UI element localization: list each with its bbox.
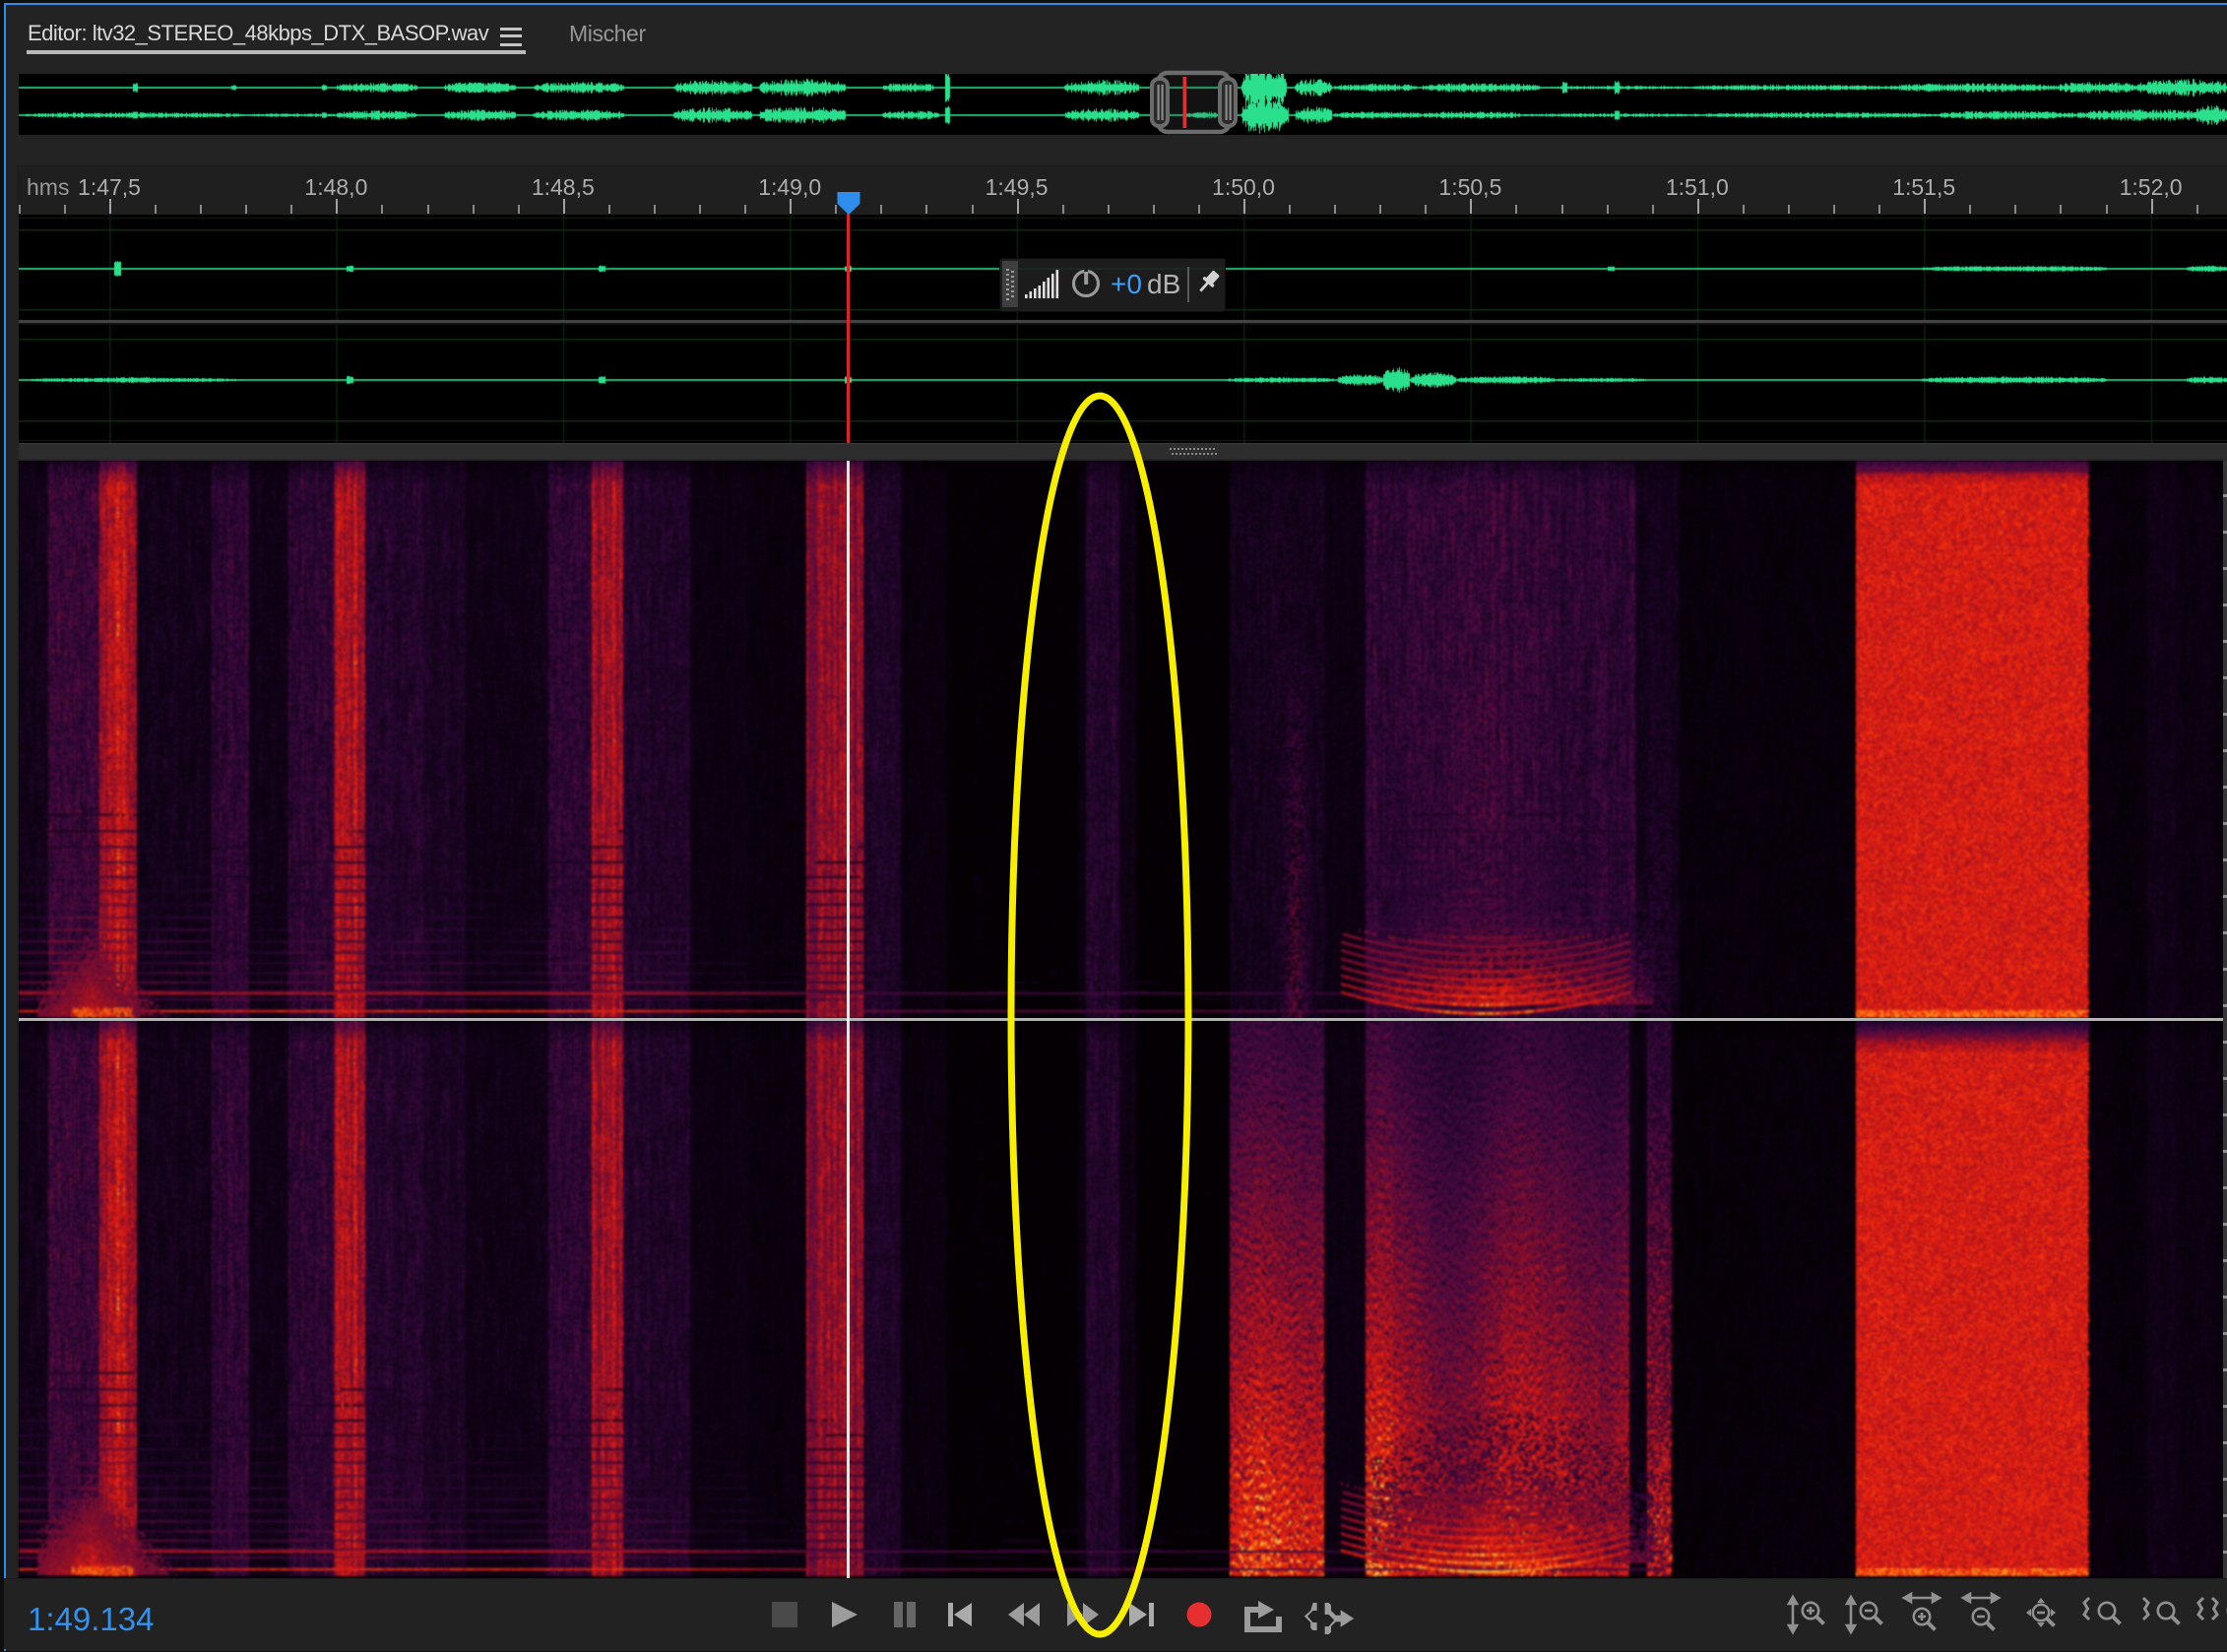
svg-text:dB: dB xyxy=(1147,269,1180,299)
svg-text:+0: +0 xyxy=(1111,269,1142,299)
